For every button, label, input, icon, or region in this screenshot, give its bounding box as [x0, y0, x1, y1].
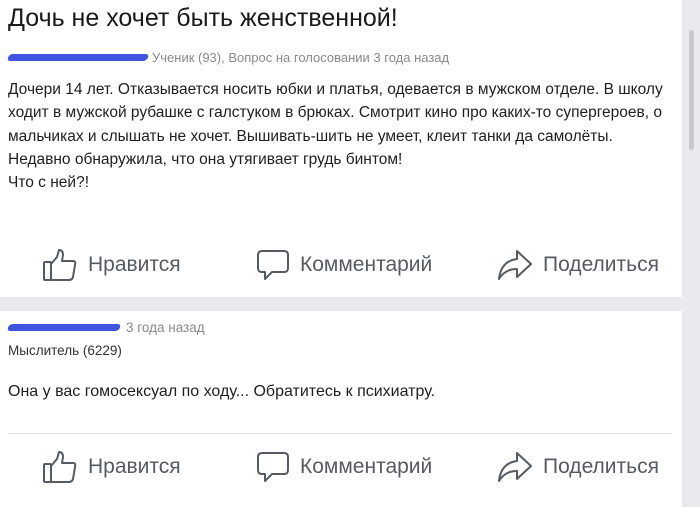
- comment-label: Комментарий: [300, 253, 433, 276]
- like-button[interactable]: Нравится: [42, 245, 181, 285]
- divider: [8, 433, 672, 434]
- share-button[interactable]: Поделиться: [497, 245, 659, 285]
- comment-label: Комментарий: [300, 455, 433, 478]
- speech-bubble-icon: [257, 250, 289, 280]
- question-meta: Ученик (93), Вопрос на голосовании 3 год…: [6, 48, 450, 66]
- answer-author-rank: Мыслитель (6229): [8, 343, 122, 358]
- share-label: Поделиться: [543, 253, 659, 276]
- question-card: Дочь не хочет быть женственной! Ученик (…: [0, 0, 682, 297]
- like-label: Нравится: [88, 253, 181, 276]
- share-arrow-icon: [498, 452, 532, 482]
- like-button[interactable]: Нравится: [42, 447, 181, 487]
- thumbs-up-icon: [43, 451, 77, 483]
- redacted-author-name: [6, 53, 150, 61]
- question-actions: Нравится Комментарий Поделиться: [0, 245, 682, 285]
- comment-button[interactable]: Комментарий: [256, 245, 432, 285]
- question-paragraph: Что с ней?!: [8, 174, 90, 192]
- like-label: Нравится: [88, 455, 181, 478]
- share-arrow-icon: [498, 250, 532, 280]
- answer-actions: Нравится Комментарий Поделиться: [0, 447, 682, 487]
- share-button[interactable]: Поделиться: [497, 447, 659, 487]
- question-paragraph: Дочери 14 лет. Отказывается носить юбки …: [8, 81, 663, 145]
- thumbs-up-icon: [43, 249, 77, 281]
- speech-bubble-icon: [257, 452, 289, 482]
- question-paragraph: Недавно обнаружила, что она утягивает гр…: [8, 150, 403, 168]
- redacted-author-name: [6, 323, 122, 331]
- answer-author-line: 3 года назад: [6, 317, 205, 337]
- answer-time: 3 года назад: [126, 319, 205, 335]
- comment-button[interactable]: Комментарий: [256, 447, 432, 487]
- question-body: Дочери 14 лет. Отказывается носить юбки …: [8, 78, 670, 194]
- share-label: Поделиться: [543, 455, 659, 478]
- answer-text: Она у вас гомосексуал по ходу... Обратит…: [8, 383, 436, 400]
- question-meta-text: Ученик (93), Вопрос на голосовании 3 год…: [152, 49, 450, 65]
- scrollbar[interactable]: [682, 0, 700, 507]
- scrollbar-thumb[interactable]: [689, 30, 694, 150]
- answer-card: 3 года назад Мыслитель (6229) Она у вас …: [0, 311, 682, 507]
- question-title: Дочь не хочет быть женственной!: [8, 4, 398, 32]
